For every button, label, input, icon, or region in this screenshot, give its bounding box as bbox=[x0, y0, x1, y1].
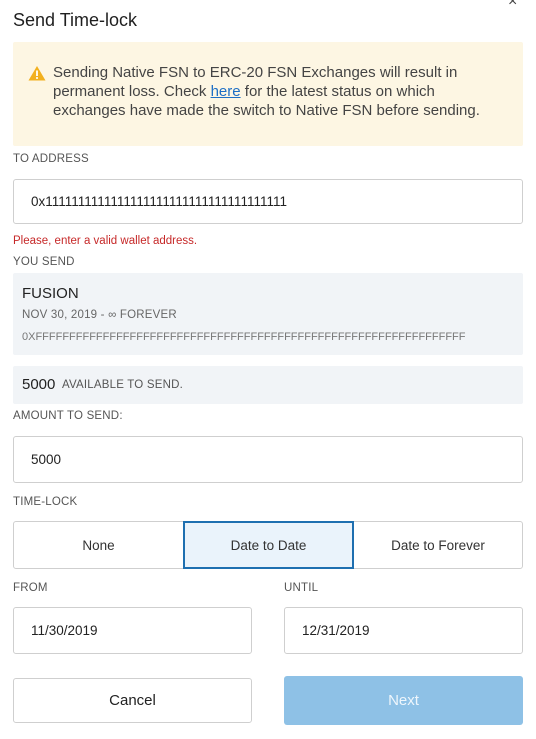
warning-triangle-icon bbox=[28, 66, 46, 81]
from-date-input[interactable] bbox=[13, 607, 252, 654]
dialog-title: Send Time-lock bbox=[13, 10, 138, 30]
timelock-option-none[interactable]: None bbox=[13, 521, 184, 569]
amount-label: AMOUNT TO SEND: bbox=[13, 410, 123, 422]
close-icon[interactable]: × bbox=[508, 0, 517, 10]
from-label: FROM bbox=[13, 582, 48, 594]
available-balance: 5000 AVAILABLE TO SEND. bbox=[13, 366, 523, 404]
you-send-label: YOU SEND bbox=[13, 256, 75, 268]
available-amount: 5000 bbox=[22, 376, 56, 393]
available-label: AVAILABLE TO SEND. bbox=[62, 379, 183, 391]
cancel-button[interactable]: Cancel bbox=[13, 678, 252, 723]
status-link[interactable]: here bbox=[211, 83, 241, 100]
to-address-label: TO ADDRESS bbox=[13, 153, 89, 165]
until-label: UNTIL bbox=[284, 582, 319, 594]
asset-date-range: NOV 30, 2019 - ∞ FOREVER bbox=[22, 309, 177, 321]
to-address-input[interactable] bbox=[13, 179, 523, 224]
asset-name: FUSION bbox=[22, 285, 79, 302]
asset-card[interactable]: FUSION NOV 30, 2019 - ∞ FOREVER 0XFFFFFF… bbox=[13, 273, 523, 355]
warning-banner: Sending Native FSN to ERC-20 FSN Exchang… bbox=[13, 42, 523, 146]
next-button[interactable]: Next bbox=[284, 676, 523, 725]
timelock-option-date-to-date[interactable]: Date to Date bbox=[183, 521, 354, 569]
asset-id: 0XFFFFFFFFFFFFFFFFFFFFFFFFFFFFFFFFFFFFFF… bbox=[22, 331, 466, 343]
address-error-message: Please, enter a valid wallet address. bbox=[13, 235, 198, 247]
warning-text: Sending Native FSN to ERC-20 FSN Exchang… bbox=[53, 63, 511, 120]
amount-input[interactable] bbox=[13, 436, 523, 483]
until-date-input[interactable] bbox=[284, 607, 523, 654]
timelock-label: TIME-LOCK bbox=[13, 496, 78, 508]
timelock-option-date-to-forever[interactable]: Date to Forever bbox=[353, 521, 523, 569]
